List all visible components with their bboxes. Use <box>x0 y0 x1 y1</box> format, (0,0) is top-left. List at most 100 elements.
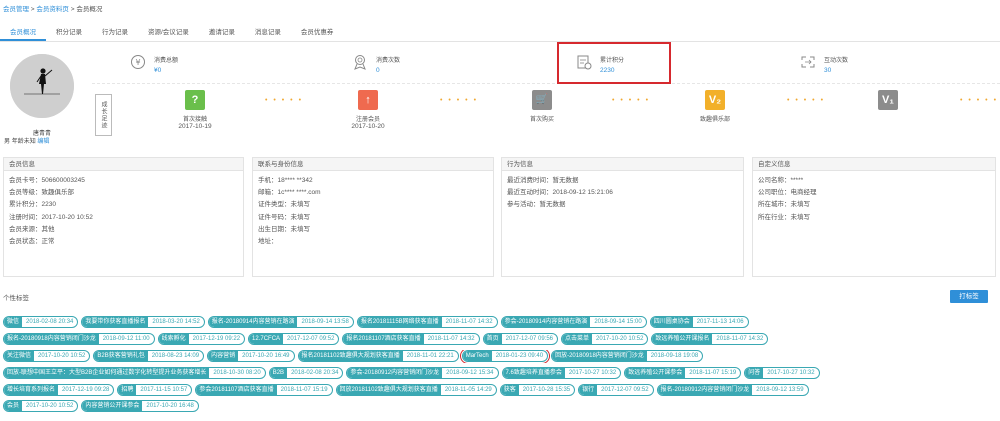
tab-invite-record[interactable]: 邀请记录 <box>199 25 245 41</box>
tab-points-record[interactable]: 积分记录 <box>46 25 92 41</box>
tag-chip[interactable]: 报名20181115B网络获客直播 2018-11-07 14:32 <box>356 316 498 328</box>
vip-level-2-icon: V₂ <box>705 90 725 110</box>
info-row: 累计积分：2230 <box>9 201 56 209</box>
tag-row: 会员 2017-10-20 10:52 内容营销公开课参会 2017-10-20 16… <box>3 400 998 414</box>
tag-chip[interactable]: 致远养殖公开课参会 2018-11-07 15:19 <box>624 366 742 379</box>
tag-chip[interactable]: 招聘 2017-11-15 10:57 <box>117 383 193 396</box>
tag-chip[interactable]: 内容营销 2017-10-20 16:49 <box>207 349 295 362</box>
tag-chip[interactable]: 银行 2017-12-07 09:52 <box>578 383 654 396</box>
tag-chip[interactable]: 回放-联想中国王立平：大型B2B企业如何通过数字化转型提升业务获客增长 2018-… <box>3 366 266 379</box>
info-row: 会员来源：其他 <box>9 225 55 233</box>
add-tag-button[interactable]: 打标签 <box>950 290 988 303</box>
tag-chip[interactable]: 增长培育系列报名 2017-12-19 09:28 <box>3 383 115 396</box>
milestone-label: 注册会员 <box>355 117 380 123</box>
tag-date: 2017-12-19 09:22 <box>192 335 241 342</box>
tag-chip[interactable]: 参会-20180912内容营销闭门沙龙 2018-09-12 15:34 <box>346 366 499 379</box>
tab-message-record[interactable]: 消息记录 <box>245 25 291 41</box>
tag-chip[interactable]: 获客 2017-10-28 15:35 <box>499 383 576 396</box>
tag-chip[interactable]: 报名-20180918内容营销闭门沙龙 2018-09-12 11:00 <box>3 332 155 345</box>
tag-row: 关注微信 2017-10-20 10:52 B2B获客营销礼包 2018-08-23 … <box>3 349 998 364</box>
tab-resource-meeting-record[interactable]: 资源/会议记录 <box>138 25 199 41</box>
breadcrumb-current: 会员概况 <box>76 6 103 13</box>
breadcrumb-member-management[interactable]: 会员管理 <box>3 6 29 13</box>
tag-date: 2017-12-19 09:28 <box>62 386 110 393</box>
card-title: 行为信息 <box>502 158 743 171</box>
tag-date: 2017-10-20 10:52 <box>38 352 86 359</box>
tab-overview[interactable]: 会员概况 <box>0 25 46 41</box>
breadcrumb-member-profile[interactable]: 会员资料页 <box>36 6 69 13</box>
tag-date: 2018-09-14 13:58 <box>301 319 349 325</box>
stat-label: 互动次数 <box>824 58 849 64</box>
milestone-label: 首次购买 <box>529 117 554 123</box>
tag-name: 增长培育系列报名 <box>4 384 59 395</box>
info-row: 会员卡号：506600003245 <box>9 177 85 184</box>
info-row: 最近消费时间：暂无数据 <box>507 177 579 184</box>
tab-behavior-record[interactable]: 行为记录 <box>92 25 138 41</box>
tag-date: 2018-11-01 22:21 <box>406 352 454 359</box>
tag-chip[interactable]: 参会-20180914内容营销在路演 2018-09-14 15:00 <box>500 316 647 328</box>
tag-name: 问答 <box>745 367 764 378</box>
tag-chip[interactable]: B2B 2018-02-08 20:34 <box>268 366 344 379</box>
info-row: 所在行业：未填写 <box>758 213 810 221</box>
card-member-info: 会员信息 会员卡号：506600003245 会员等级：致趣俱乐部 累计积分：2… <box>3 157 244 277</box>
tag-name: 回放-20180918内容营销闭门沙龙 <box>552 350 647 361</box>
tag-date: 2017-10-20 10:52 <box>596 335 644 342</box>
tag-chip[interactable]: MarTech 2018-01-23 09:40 <box>459 349 551 364</box>
tag-chip[interactable]: 会员 2017-10-20 10:52 <box>3 400 79 413</box>
tag-chip[interactable]: 问答 2017-10-27 10:32 <box>744 366 820 379</box>
tag-chip[interactable]: 四川圆桌协会 2017-11-13 14:06 <box>649 316 749 328</box>
info-row: 证件类型：未填写 <box>258 201 310 209</box>
svg-text:¥: ¥ <box>135 58 140 67</box>
tag-chip[interactable]: 报名20181102致趣俱大规划获客直播 2018-11-01 22:21 <box>297 349 459 362</box>
tag-name: 报名-20180912内容营销闭门沙龙 <box>657 384 753 395</box>
info-row: 证件号码：未填写 <box>258 213 310 221</box>
stat-value: 0 <box>376 67 380 74</box>
tag-chip[interactable]: 关注微信 2017-10-20 10:52 <box>3 349 91 362</box>
tag-chip[interactable]: B2B获客营销礼包 2018-08-23 14:09 <box>93 349 205 362</box>
edit-link[interactable]: 编辑 <box>37 139 49 145</box>
timeline-dots: • • • • • <box>960 97 999 104</box>
tag-chip[interactable]: 我要带你获客直播报名 2018-03-20 14:52 <box>81 316 205 328</box>
stats-row: ¥ 消费总额 ¥0 消费次数 0 累计积分 2230 互动次数 30 <box>92 44 1000 84</box>
info-row: 地址： <box>258 237 278 245</box>
info-row: 最近互动时间：2018-09-12 15:21:06 <box>507 189 613 197</box>
member-gender: 男 <box>4 139 11 145</box>
tag-name: 关注微信 <box>4 350 35 361</box>
tag-chip[interactable]: 报名-20180912内容营销闭门沙龙 2018-09-12 13:59 <box>656 383 809 396</box>
tag-date: 2018-01-23 09:40 <box>495 352 544 359</box>
tag-name: 内容营销 <box>208 350 239 361</box>
timeline-dots: • • • • • <box>787 97 826 104</box>
tag-chip[interactable]: 首页 2017-12-07 09:56 <box>482 332 559 345</box>
tag-date: 2017-12-07 09:52 <box>287 335 335 342</box>
tag-name: 参会20181107酒店获客直播 <box>196 384 277 395</box>
tag-chip[interactable]: 12.7CFCA 2017-12-07 09:52 <box>248 332 340 345</box>
info-row: 参与活动：暂无数据 <box>507 201 566 209</box>
tag-name: 报名20181102致趣俱大规划获客直播 <box>298 350 403 361</box>
tag-chip[interactable]: 点击菜单 2017-10-20 10:52 <box>561 332 649 345</box>
tag-date: 2017-10-28 15:35 <box>522 386 571 393</box>
tag-date: 2018-10-30 08:20 <box>213 369 261 376</box>
vip-level-1-icon: V₁ <box>878 90 898 110</box>
card-custom-info: 自定义信息 公司名称：***** 公司职位：电商经理 所在城市：未填写 所在行业… <box>752 157 996 277</box>
milestone-label: 致趣俱乐部 <box>699 117 730 123</box>
tag-name: 微信 <box>4 317 23 327</box>
tag-chip[interactable]: 致远养殖公开课报名 2018-11-07 14:32 <box>651 332 769 345</box>
tab-member-coupons[interactable]: 会员优惠券 <box>291 25 344 41</box>
register-icon: ↑ <box>358 90 378 110</box>
tag-date: 2017-10-20 16:49 <box>242 352 290 359</box>
tag-list: 微信 2018-02-08 20:34 我要带你获客直播报名 2018-03-20 1… <box>3 316 998 417</box>
tag-name: 招聘 <box>118 384 137 395</box>
tag-chip[interactable]: 参会20181107酒店获客直播 2018-11-07 15:19 <box>195 383 333 396</box>
question-icon: ? <box>185 90 205 110</box>
tag-chip[interactable]: 报名-20180914内容营销在路演 2018-09-14 13:58 <box>207 316 354 328</box>
tag-chip[interactable]: 回放-20180918内容营销闭门沙龙 2018-09-18 19:08 <box>551 349 704 362</box>
member-age: 年龄未知 <box>11 139 36 145</box>
tag-chip[interactable]: 回放20181102致趣俱大规划获客直播 2018-11-05 14:29 <box>335 383 497 396</box>
tag-chip[interactable]: 报名20181107酒店获客直播 2018-11-07 14:32 <box>342 332 480 345</box>
tag-chip[interactable]: 微信 2018-02-08 20:34 <box>3 316 79 328</box>
tag-chip[interactable]: 线索孵化 2017-12-19 09:22 <box>157 332 246 345</box>
tag-chip[interactable]: 内容营销公开课参会 2017-10-20 16:48 <box>81 400 199 413</box>
tag-date: 2017-10-20 16:48 <box>146 403 194 410</box>
tag-row: 报名-20180918内容营销闭门沙龙 2018-09-12 11:00 线索孵化 2… <box>3 332 998 347</box>
tag-chip[interactable]: 7.6致趣培养直播参会 2017-10-27 10:32 <box>501 366 622 379</box>
